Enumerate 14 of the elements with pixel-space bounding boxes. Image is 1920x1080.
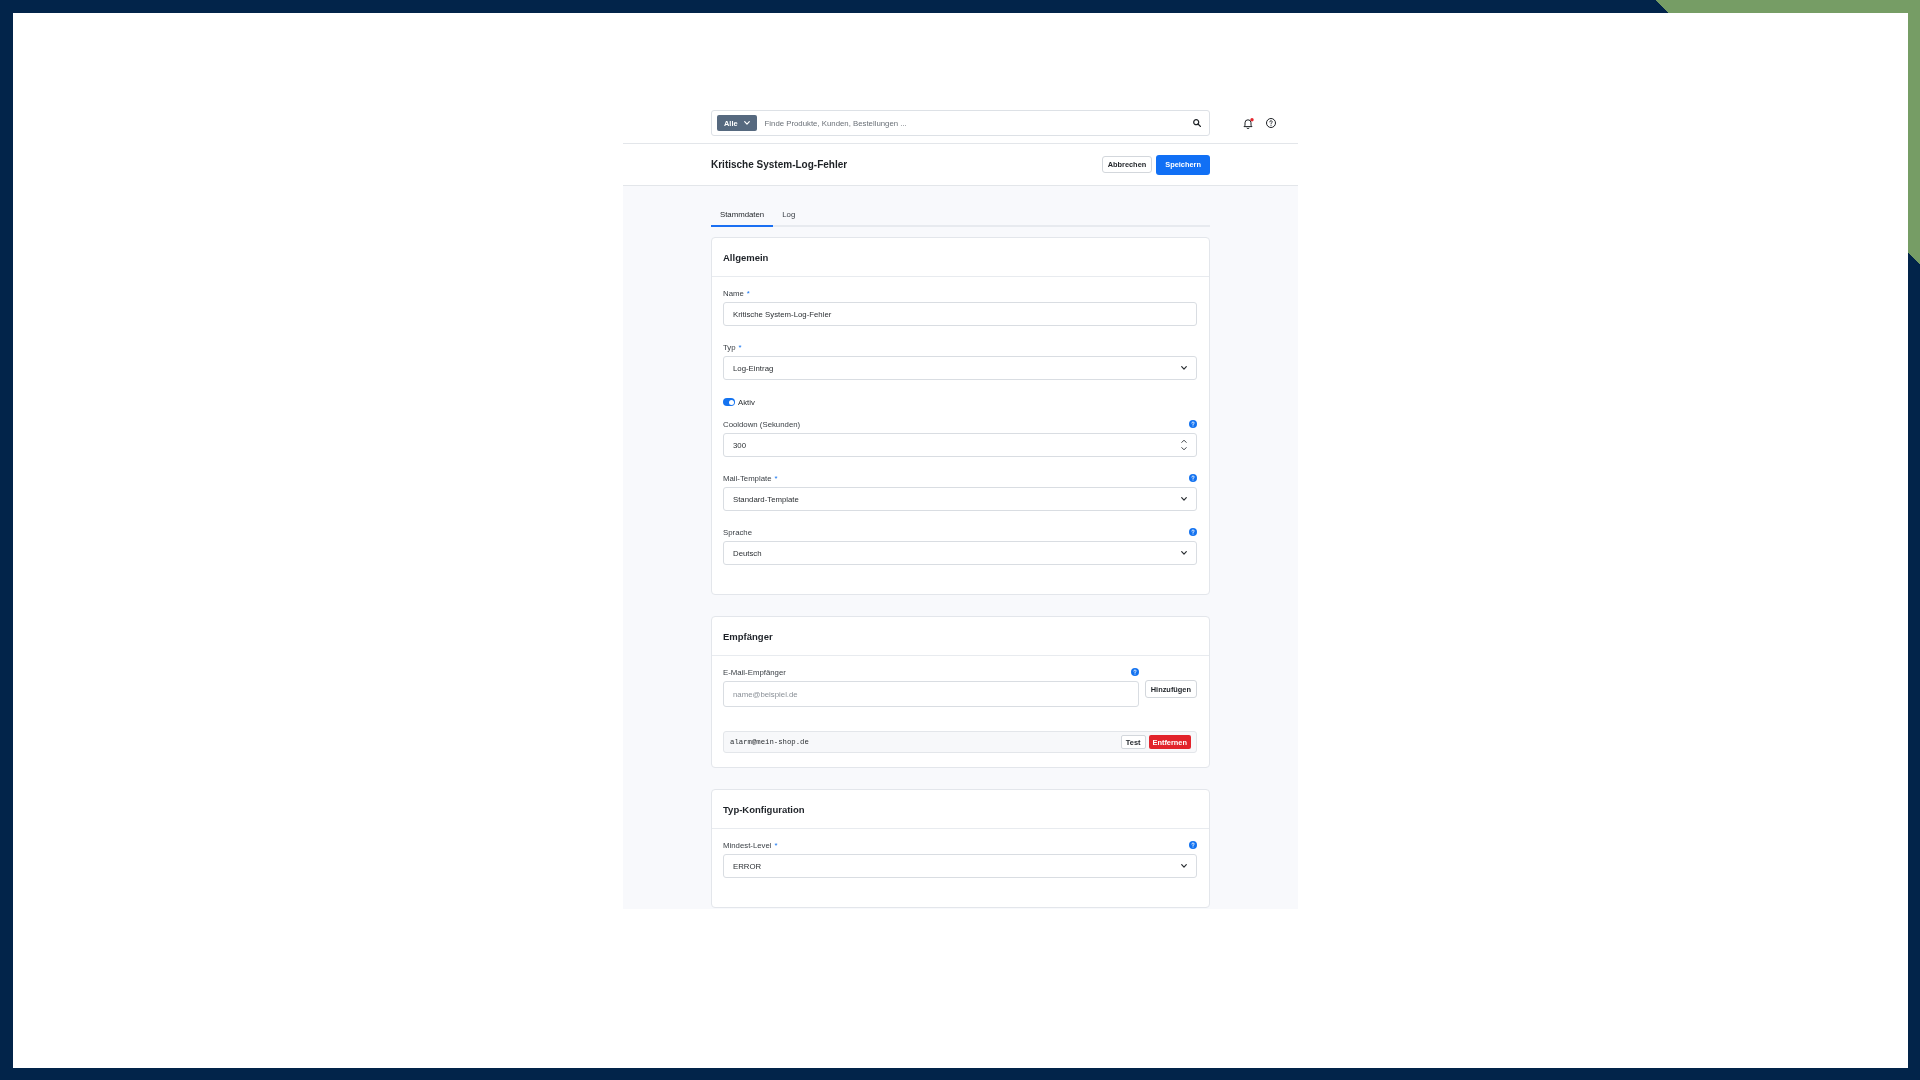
bell-icon[interactable] bbox=[1243, 117, 1254, 129]
page-title: Kritische System-Log-Fehler bbox=[711, 159, 848, 170]
chevron-down-icon bbox=[1181, 366, 1187, 370]
chevron-down-icon bbox=[1181, 497, 1187, 501]
chevron-down-icon bbox=[1181, 864, 1187, 868]
help-icon[interactable] bbox=[1266, 118, 1276, 128]
chevron-down-icon bbox=[1181, 551, 1187, 555]
stepper-arrows-icon[interactable] bbox=[1181, 439, 1187, 451]
toggle-switch[interactable] bbox=[723, 398, 735, 406]
search-icon[interactable] bbox=[1193, 119, 1201, 127]
section-title: Allgemein bbox=[723, 251, 769, 263]
chevron-down-icon bbox=[743, 121, 750, 125]
section-title: Typ-Konfiguration bbox=[723, 803, 805, 815]
section-title: Empfänger bbox=[723, 630, 773, 642]
